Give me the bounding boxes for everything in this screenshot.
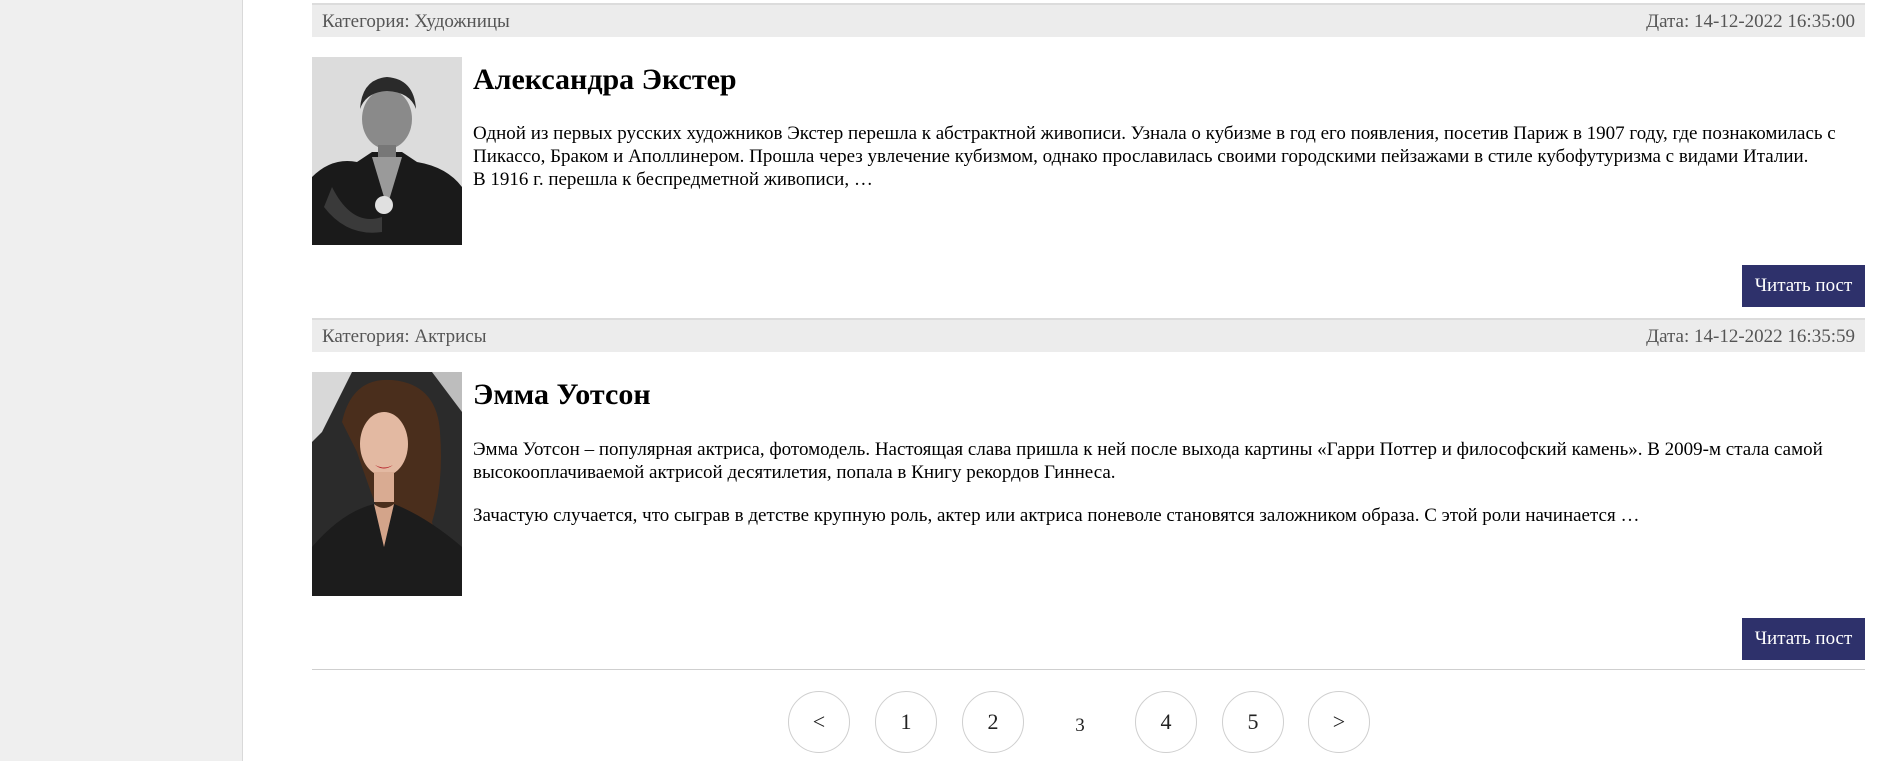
sidebar	[0, 0, 243, 761]
pagination-prev-button[interactable]: <	[788, 691, 850, 753]
post-title[interactable]: Эмма Уотсон	[473, 378, 651, 412]
post-card: Категория: Художницы Дата: 14-12-2022 16…	[312, 3, 1865, 315]
read-post-button[interactable]: Читать пост	[1742, 618, 1865, 660]
post-card: Категория: Актрисы Дата: 14-12-2022 16:3…	[312, 318, 1865, 670]
post-excerpt-paragraph: Эмма Уотсон – популярная актриса, фотомо…	[473, 439, 1823, 483]
read-post-button[interactable]: Читать пост	[1742, 265, 1865, 307]
pagination: < 1 2 3 4 5 >	[312, 691, 1865, 757]
post-category: Категория: Художницы	[322, 11, 510, 32]
post-excerpt-paragraph: В 1916 г. перешла к беспредметной живопи…	[473, 169, 873, 190]
pagination-page-4[interactable]: 4	[1135, 691, 1197, 753]
pagination-page-1[interactable]: 1	[875, 691, 937, 753]
post-category: Категория: Актрисы	[322, 326, 487, 347]
post-meta-bar: Категория: Художницы Дата: 14-12-2022 16…	[312, 3, 1865, 37]
post-title[interactable]: Александра Экстер	[473, 63, 737, 97]
post-date: Дата: 14-12-2022 16:35:00	[1646, 11, 1855, 32]
post-excerpt-paragraph: Одной из первых русских художников Эксте…	[473, 123, 1836, 167]
post-excerpt-paragraph: Зачастую случается, что сыграв в детстве…	[473, 505, 1640, 526]
post-date: Дата: 14-12-2022 16:35:59	[1646, 326, 1855, 347]
post-excerpt: Эмма Уотсон – популярная актриса, фотомо…	[473, 438, 1863, 527]
post-excerpt: Одной из первых русских художников Эксте…	[473, 122, 1863, 191]
pagination-page-5[interactable]: 5	[1222, 691, 1284, 753]
post-meta-bar: Категория: Актрисы Дата: 14-12-2022 16:3…	[312, 318, 1865, 352]
pagination-next-button[interactable]: >	[1308, 691, 1370, 753]
post-thumbnail	[312, 57, 462, 245]
pagination-current-page: 3	[1049, 695, 1111, 757]
divider	[312, 669, 1865, 670]
main-content: Категория: Художницы Дата: 14-12-2022 16…	[312, 0, 1865, 761]
post-thumbnail	[312, 372, 462, 596]
pagination-page-2[interactable]: 2	[962, 691, 1024, 753]
